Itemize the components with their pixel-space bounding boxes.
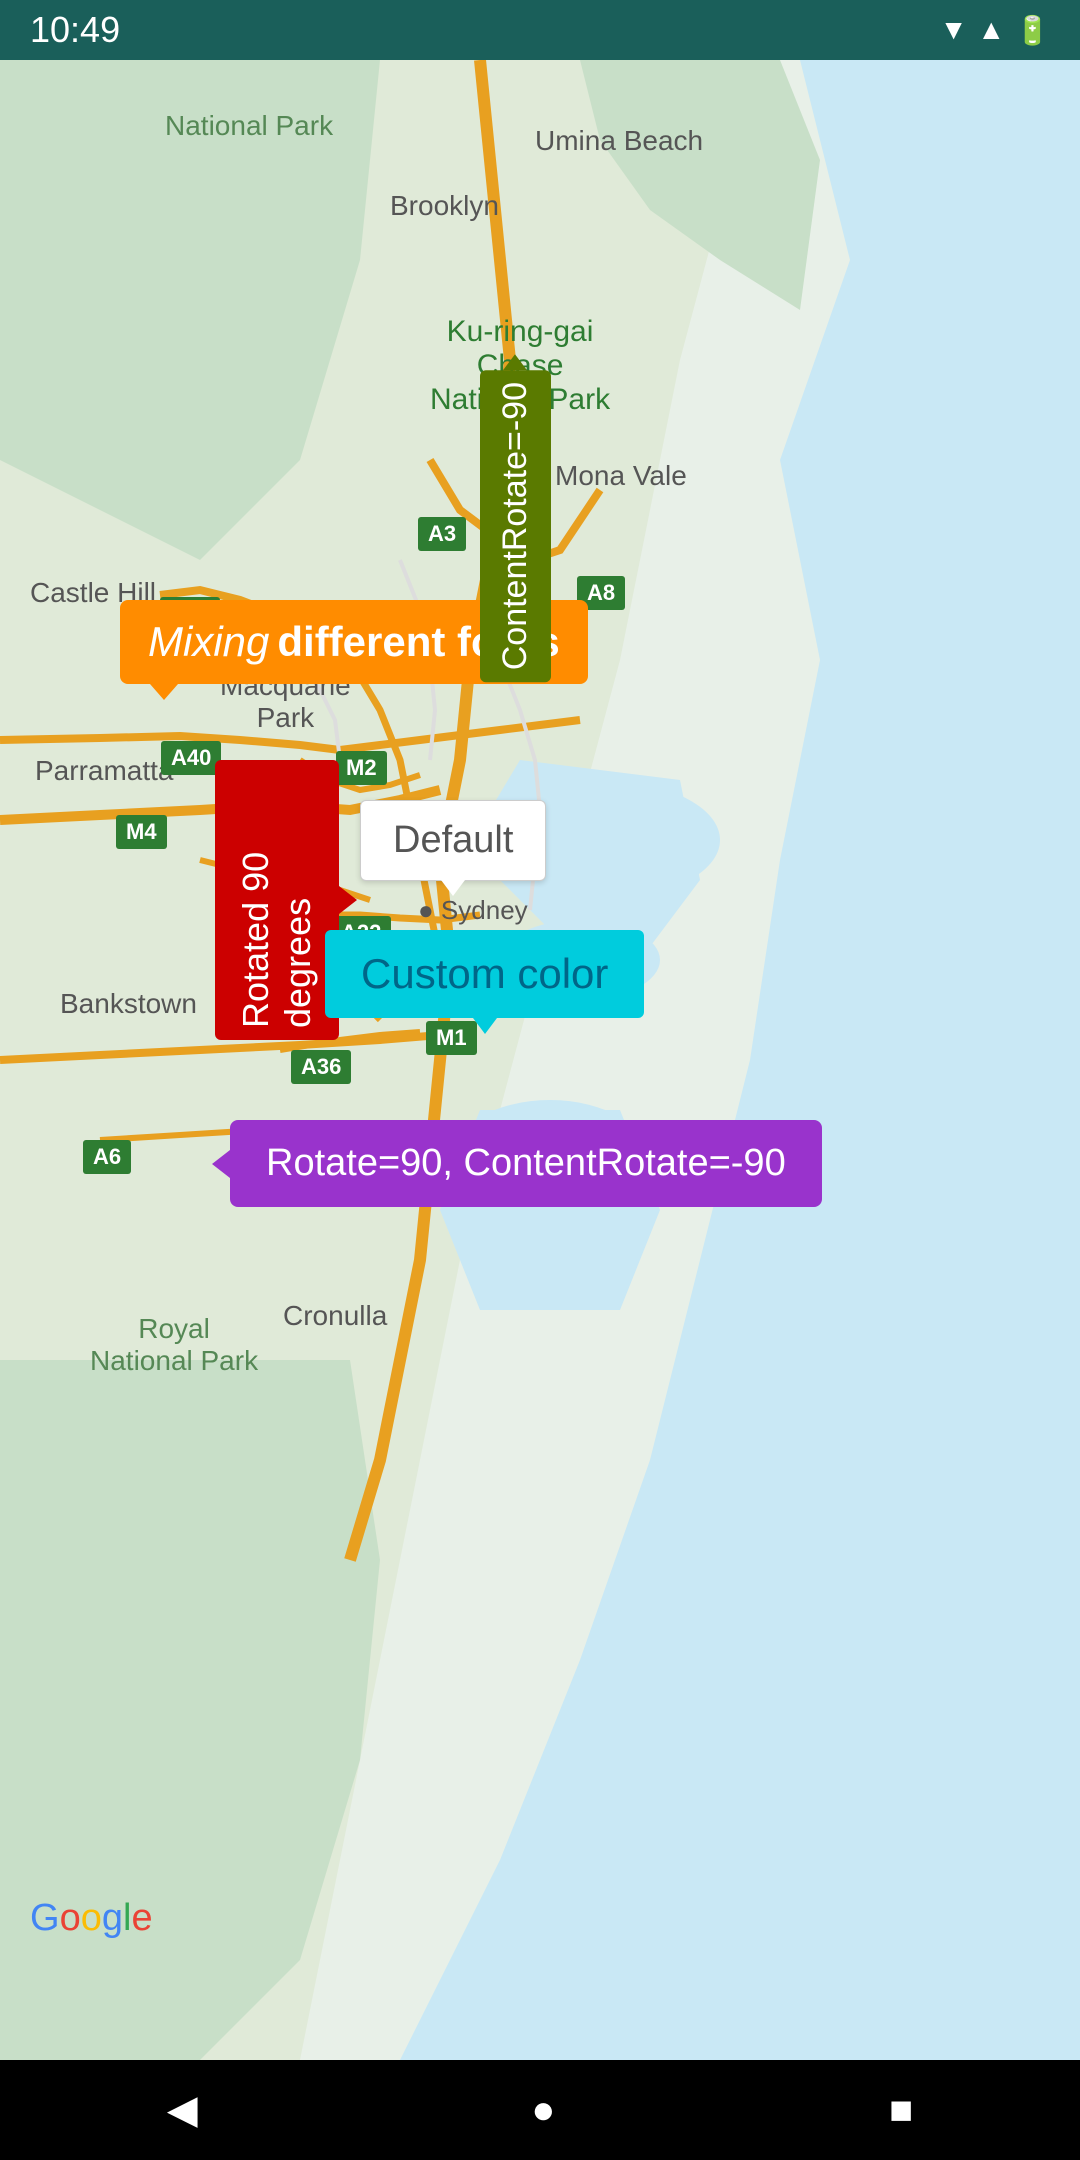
mixing-italic-text: Mixing [148, 618, 269, 666]
road-badge-a40: A40 [161, 741, 221, 775]
status-time: 10:49 [30, 9, 120, 51]
marker-content-rotate[interactable]: ContentRotate=-90 [480, 370, 551, 682]
marker-rotated-90[interactable]: Rotated 90 degrees [215, 760, 339, 1040]
signal-icon: ▲ [977, 14, 1005, 46]
recent-button[interactable]: ■ [849, 2078, 953, 2143]
map-container[interactable]: National Park Umina Beach Brooklyn Ku-ri… [0, 60, 1080, 2060]
road-badge-m1: M1 [426, 1021, 477, 1055]
marker-custom-color[interactable]: Custom color [325, 930, 644, 1018]
battery-icon: 🔋 [1015, 14, 1050, 47]
status-bar: 10:49 ▼ ▲ 🔋 [0, 0, 1080, 60]
road-badge-m4: M4 [116, 815, 167, 849]
g-red: o [60, 1897, 81, 1939]
content-rotate-text: ContentRotate=-90 [496, 382, 535, 670]
road-badge-a36: A36 [291, 1050, 351, 1084]
road-badge-a6: A6 [83, 1140, 131, 1174]
google-logo: Google [30, 1897, 153, 1940]
road-badge-m2: M2 [336, 751, 387, 785]
wifi-icon: ▼ [940, 14, 968, 46]
rotated-text: Rotated 90 degrees [235, 772, 319, 1028]
g-red2: e [131, 1897, 152, 1939]
road-badge-a3: A3 [418, 517, 466, 551]
status-icons: ▼ ▲ 🔋 [940, 14, 1050, 47]
home-button[interactable]: ● [491, 2078, 595, 2143]
default-text: Default [393, 819, 513, 861]
g-blue: G [30, 1897, 60, 1939]
rotate-content-text: Rotate=90, ContentRotate=-90 [266, 1142, 786, 1184]
g-yellow: o [81, 1897, 102, 1939]
marker-rotate-content[interactable]: Rotate=90, ContentRotate=-90 [230, 1120, 822, 1207]
custom-color-text: Custom color [361, 950, 608, 997]
marker-default[interactable]: Default [360, 800, 546, 881]
g-blue2: g [102, 1897, 123, 1939]
nav-bar: ◀ ● ■ [0, 2060, 1080, 2160]
back-button[interactable]: ◀ [127, 2077, 238, 2143]
